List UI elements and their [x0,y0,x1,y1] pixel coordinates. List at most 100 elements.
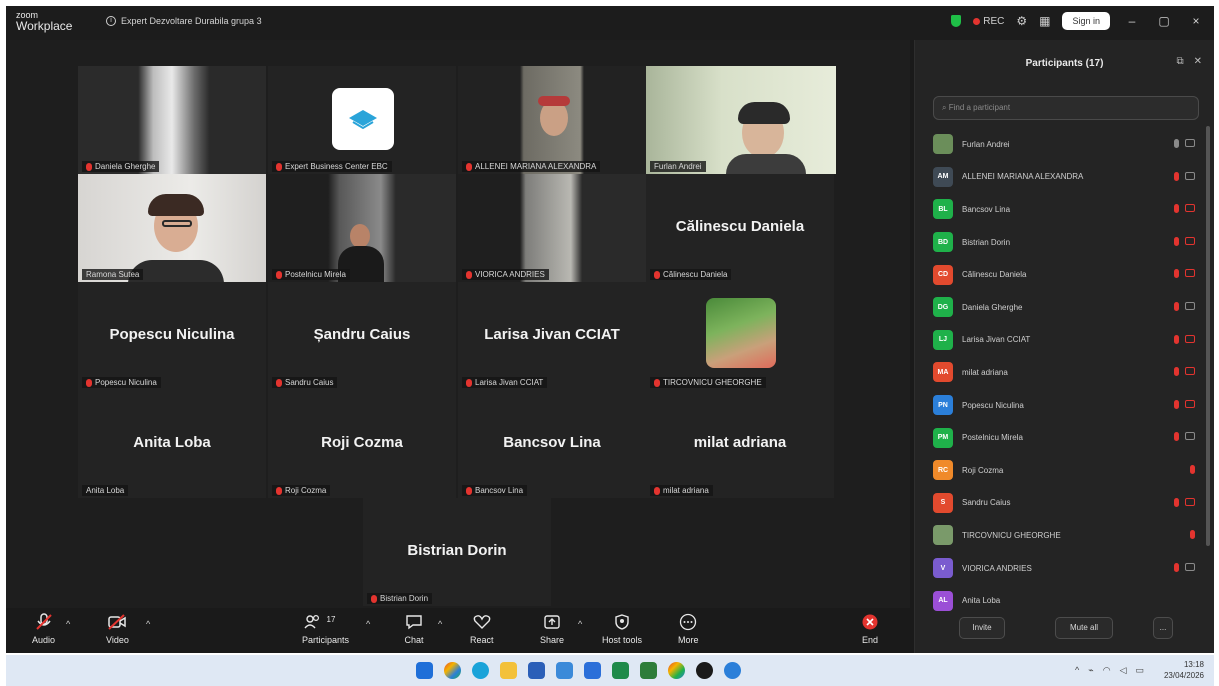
video-tile[interactable]: Călinescu Daniela Călinescu Daniela [646,174,834,282]
video-tile[interactable]: Postelnicu Mirela [268,174,456,282]
video-options-caret[interactable]: ^ [146,619,150,629]
video-tile[interactable]: Popescu Niculina Popescu Niculina [78,282,266,390]
mic-muted-icon [1174,367,1179,377]
recording-indicator[interactable]: REC [973,16,1004,27]
avatar: MA [933,362,953,383]
participant-row[interactable]: PM Postelnicu Mirela [933,421,1203,454]
audio-options-caret[interactable]: ^ [66,619,70,629]
participant-row[interactable]: BD Bistrian Dorin [933,226,1203,259]
participants-options-caret[interactable]: ^ [366,619,370,629]
video-tile[interactable]: Bancsov Lina Bancsov Lina [458,390,646,498]
pop-out-icon[interactable]: ⧉ [1176,56,1183,67]
audio-button[interactable]: Audio [32,613,55,645]
invite-button[interactable]: Invite [959,617,1005,639]
avatar: AM [933,166,953,187]
mic-muted-icon [276,162,282,171]
avatar: AL [933,590,953,611]
participant-row[interactable]: AM ALLENEI MARIANA ALEXANDRA [933,161,1203,194]
video-tile[interactable]: Bistrian Dorin Bistrian Dorin [363,498,551,606]
camera-on-icon [1185,301,1195,310]
participant-list-scrollbar[interactable] [1206,126,1210,546]
video-tile[interactable]: TIRCOVNICU GHEORGHE [646,282,834,390]
participant-row[interactable]: BL Bancsov Lina [933,193,1203,226]
profile-picture [706,298,776,368]
video-tile[interactable]: Larisa Jivan CCIAT Larisa Jivan CCIAT [458,282,646,390]
clock[interactable]: 13:18 23/04/2026 [1164,659,1204,681]
camera-off-icon [1185,204,1195,213]
meeting-info[interactable]: i Expert Dezvoltare Durabila grupa 3 [106,16,262,26]
mute-all-button[interactable]: Mute all [1055,617,1113,639]
app-icon-dark[interactable] [696,662,713,679]
settings-icon[interactable]: ⚙ [1016,14,1027,28]
close-panel-icon[interactable]: ✕ [1194,56,1202,67]
store-icon[interactable] [528,662,545,679]
sign-in-button[interactable]: Sign in [1062,12,1110,30]
participant-row[interactable]: DG Daniela Gherghe [933,291,1203,324]
react-button[interactable]: React [470,613,494,645]
participant-row[interactable]: V VIORICA ANDRIES [933,552,1203,585]
info-icon[interactable]: i [106,16,116,26]
participant-row[interactable]: TIRCOVNICU GHEORGHE [933,519,1203,552]
start-icon[interactable] [416,662,433,679]
mic-on-icon [1174,139,1179,148]
share-options-caret[interactable]: ^ [578,619,582,629]
headband [538,96,570,106]
participant-display-name: Larisa Jivan CCIAT [484,326,620,343]
participant-row[interactable]: CD Călinescu Daniela [933,258,1203,291]
network-icon[interactable]: ⌁ [1088,665,1093,676]
participants-button[interactable]: 17 Participants [302,613,349,645]
participant-row[interactable]: PN Popescu Niculina [933,389,1203,422]
chat-options-caret[interactable]: ^ [438,619,442,629]
participant-row[interactable]: MA milat adriana [933,356,1203,389]
ebc-logo [332,88,394,150]
video-tile[interactable]: milat adriana milat adriana [646,390,834,498]
video-tile[interactable]: VIORICA ANDRIES [458,174,646,282]
shield-icon [612,613,632,631]
video-tile[interactable]: ALLENEI MARIANA ALEXANDRA [458,66,646,174]
video-tile[interactable]: Șandru Caius Sandru Caius [268,282,456,390]
excel-icon[interactable] [612,662,629,679]
participant-label: Bancsov Lina [462,485,528,496]
app-icon[interactable] [640,662,657,679]
avatar: BL [933,199,953,220]
wifi-icon[interactable]: ◠ [1103,665,1111,676]
participant-row[interactable]: AL Anita Loba [933,584,1203,617]
participant-label: Roji Cozma [272,485,331,496]
end-button[interactable]: End [860,613,880,645]
video-tile[interactable]: Expert Business Center EBC [268,66,456,174]
video-tile-active-speaker[interactable]: Ramona Sutea [78,174,266,282]
host-tools-button[interactable]: Host tools [602,613,642,645]
video-tile[interactable]: Furlan Andrei [646,66,836,174]
mic-muted-icon [34,613,54,631]
copilot-icon[interactable] [444,662,461,679]
participant-row[interactable]: RC Roji Cozma [933,454,1203,487]
chrome-icon[interactable] [668,662,685,679]
edge-icon[interactable] [472,662,489,679]
participant-row[interactable]: S Sandru Caius [933,487,1203,520]
maximize-icon[interactable]: ▢ [1154,14,1174,28]
video-tile[interactable]: Roji Cozma Roji Cozma [268,390,456,498]
chevron-up-icon[interactable]: ^ [1075,665,1079,676]
file-explorer-icon[interactable] [500,662,517,679]
outlook-icon[interactable] [556,662,573,679]
participant-row[interactable]: LJ Larisa Jivan CCIAT [933,324,1203,357]
video-button[interactable]: Video [106,613,129,645]
word-icon[interactable] [584,662,601,679]
participant-row[interactable]: Furlan Andrei [933,128,1203,161]
chat-button[interactable]: Chat [404,613,424,645]
more-button[interactable]: More [678,613,699,645]
volume-icon[interactable]: ◁ [1120,665,1127,676]
participant-search-input[interactable]: ⌕ Find a participant [933,96,1199,120]
view-grid-icon[interactable]: ▦ [1039,14,1050,28]
battery-icon[interactable]: ▭ [1135,665,1144,676]
zoom-taskbar-icon[interactable] [724,662,741,679]
participant-name: Furlan Andrei [962,139,1010,149]
share-button[interactable]: Share [540,613,564,645]
video-tile[interactable]: Anita Loba Anita Loba [78,390,266,498]
brand-bottom: Workplace [16,19,73,33]
minimize-icon[interactable]: – [1122,14,1142,28]
video-tile[interactable]: Daniela Gherghe [78,66,266,174]
panel-more-button[interactable]: ... [1153,617,1173,639]
encryption-shield-icon[interactable] [951,15,962,27]
close-icon[interactable]: × [1186,14,1206,28]
